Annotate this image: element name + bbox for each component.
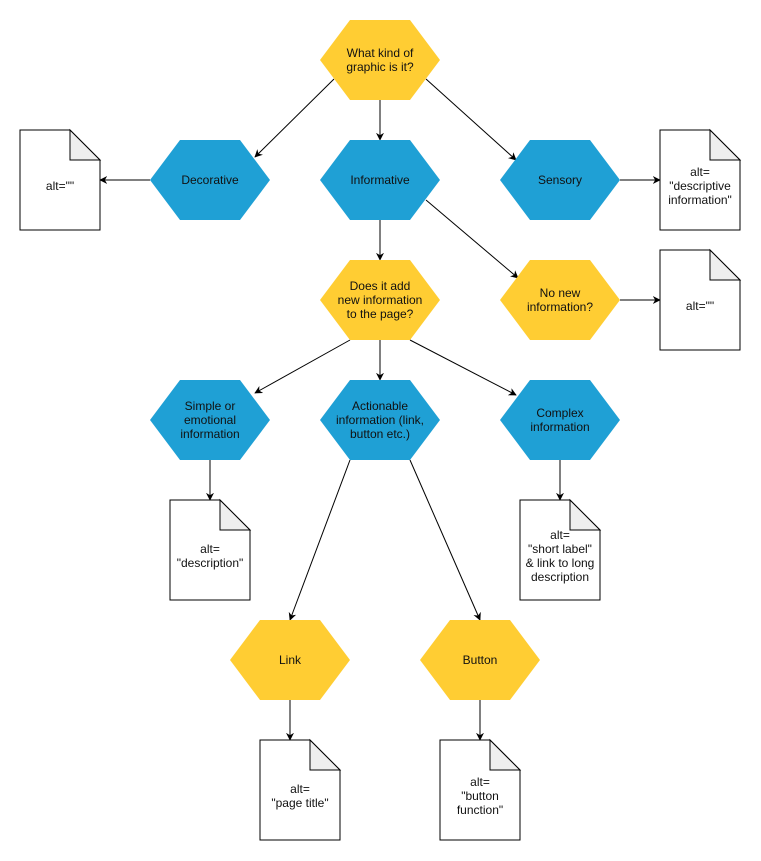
edge-q-kind-to-decorative [254, 78, 335, 158]
node-label-line: information [180, 427, 239, 441]
node-label: alt="" [686, 299, 714, 313]
alt-text-decision-diagram: What kind of graphic is it? Decorative Info… [19, 20, 742, 841]
page-fold-icon [569, 498, 602, 531]
node-label-line: description [531, 570, 589, 584]
node-doc-button: alt= "button function" [439, 738, 522, 841]
node-q-adds: Does it add new information to the page? [320, 260, 440, 340]
node-label-line: "page title" [271, 796, 328, 810]
page-fold-icon [709, 128, 742, 161]
edge-q-adds-to-complex [409, 339, 517, 396]
node-label: Link [279, 653, 302, 667]
node-label-line: information" [668, 193, 732, 207]
node-label-line: Sensory [538, 173, 582, 187]
node-complex: Complex information [500, 380, 620, 460]
node-label-line: Link [279, 653, 302, 667]
node-label-line: Informative [350, 173, 410, 187]
edge-informative-to-no-new [425, 199, 519, 279]
node-label-line: Decorative [181, 173, 239, 187]
node-label: Simple or emotional information [180, 399, 239, 441]
node-label-line: information [530, 420, 589, 434]
node-label-line: alt= [200, 542, 220, 556]
node-label-line: "descriptive [669, 179, 731, 193]
node-label: Decorative [181, 173, 239, 187]
node-label: What kind of graphic is it? [346, 46, 414, 74]
page-fold-icon [709, 248, 742, 281]
node-q-kind: What kind of graphic is it? [320, 20, 440, 100]
node-informative: Informative [320, 140, 440, 220]
node-label: Button [463, 653, 498, 667]
node-doc-simple: alt= "description" [169, 498, 252, 601]
node-label-line: new information [338, 293, 423, 307]
node-label-line: emotional [184, 413, 236, 427]
node-label-line: Does it add [350, 279, 411, 293]
node-label-line: alt= [690, 165, 710, 179]
node-label-line: No new [540, 286, 581, 300]
node-sensory: Sensory [500, 140, 620, 220]
node-doc-decorative: alt="" [19, 128, 102, 231]
node-label-line: alt= [470, 775, 490, 789]
node-label-line: "button [461, 789, 499, 803]
node-doc-complex: alt= "short label" & link to long descripti… [519, 498, 602, 601]
node-label: alt="" [46, 179, 74, 193]
nodes-layer: What kind of graphic is it? Decorative Info… [19, 20, 742, 841]
node-label-line: information? [527, 300, 593, 314]
node-label-line: & link to long [526, 556, 595, 570]
node-button: Button [420, 620, 540, 700]
node-simple: Simple or emotional information [150, 380, 270, 460]
page-fold-icon [309, 738, 342, 771]
node-label-line: function" [457, 803, 503, 817]
node-label-line: to the page? [347, 307, 414, 321]
node-label-line: alt="" [686, 299, 714, 313]
node-decorative: Decorative [150, 140, 270, 220]
edge-actionable-to-button [409, 459, 481, 621]
node-label-line: alt="" [46, 179, 74, 193]
edge-actionable-to-link [288, 459, 351, 621]
node-label-line: "short label" [528, 542, 592, 556]
node-label-line: alt= [550, 528, 570, 542]
edge-q-kind-to-sensory [425, 78, 517, 161]
page-fold-icon [219, 498, 252, 531]
node-label-line: graphic is it? [346, 60, 414, 74]
node-label-line: Simple or [185, 399, 236, 413]
node-doc-link: alt= "page title" [259, 738, 342, 841]
node-label: Does it add new information to the page? [338, 279, 423, 321]
page-fold-icon [489, 738, 522, 771]
node-label: Sensory [538, 173, 582, 187]
node-label-line: Actionable [352, 399, 408, 413]
node-label-line: information (link, [336, 413, 424, 427]
node-label: Complex information [530, 406, 589, 434]
node-label-line: alt= [290, 782, 310, 796]
node-actionable: Actionable information (link, button etc.) [320, 380, 440, 460]
node-label-line: What kind of [347, 46, 414, 60]
node-doc-sensory: alt= "descriptive information" [659, 128, 742, 231]
node-label-line: button etc.) [350, 427, 410, 441]
node-label-line: "description" [177, 556, 244, 570]
node-label-line: Complex [536, 406, 583, 420]
node-link: Link [230, 620, 350, 700]
node-doc-no-new: alt="" [659, 248, 742, 351]
node-label: Informative [350, 173, 410, 187]
edge-q-adds-to-simple [254, 339, 351, 394]
page-fold-icon [69, 128, 102, 161]
node-no-new: No new information? [500, 260, 620, 340]
node-label-line: Button [463, 653, 498, 667]
